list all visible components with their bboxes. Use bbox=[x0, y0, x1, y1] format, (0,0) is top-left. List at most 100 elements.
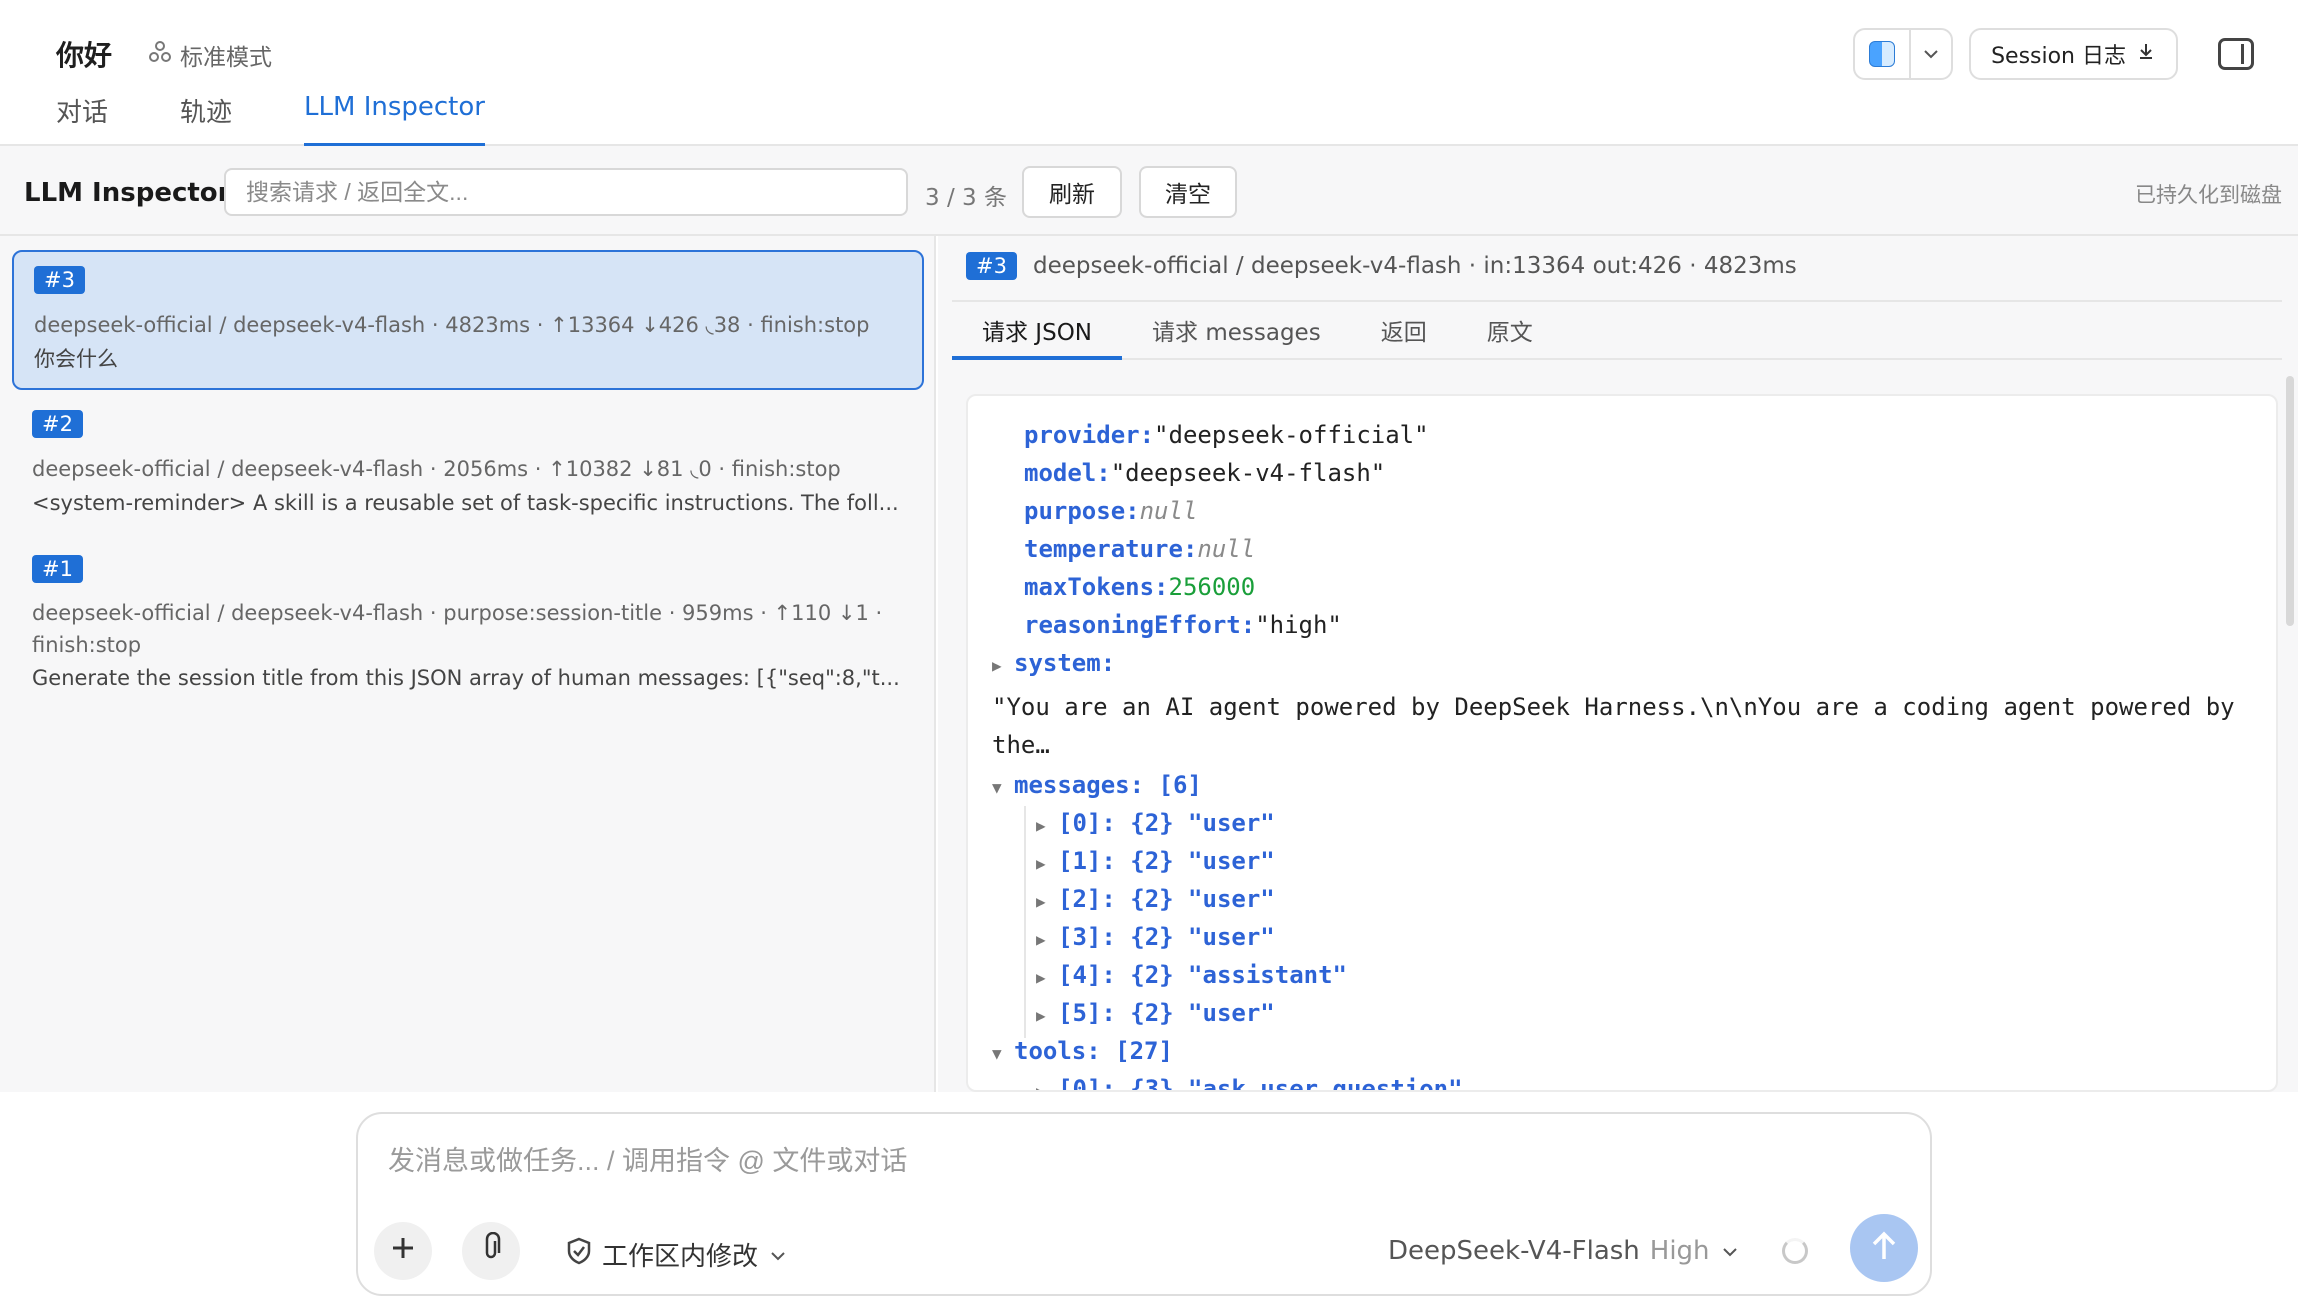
json-value: "deepseek-v4-flash" bbox=[1110, 459, 1386, 487]
clear-button[interactable]: 清空 bbox=[1139, 166, 1237, 218]
request-preview: Generate the session title from this JSO… bbox=[32, 666, 900, 690]
json-key: provider: bbox=[1024, 421, 1155, 449]
open-in-finder-button[interactable] bbox=[1855, 30, 1912, 78]
request-item[interactable]: #2 deepseek-official / deepseek-v4-flash… bbox=[12, 396, 924, 532]
mode-indicator[interactable]: 标准模式 bbox=[148, 38, 272, 72]
request-meta-line: deepseek-official / deepseek-v4-flash · … bbox=[32, 601, 883, 625]
download-icon bbox=[2136, 41, 2156, 67]
expand-triangle-icon[interactable]: ▶ bbox=[1036, 921, 1058, 959]
page-title: 你好 bbox=[56, 39, 113, 72]
model-effort: High bbox=[1649, 1236, 1710, 1266]
json-value: null bbox=[1139, 497, 1198, 525]
tab-request-messages[interactable]: 请求 messages bbox=[1122, 302, 1351, 358]
collapse-triangle-icon[interactable]: ▼ bbox=[992, 1035, 1014, 1073]
permission-mode-label: 工作区内修改 bbox=[602, 1242, 759, 1272]
message-composer: 工作区内修改 DeepSeek-V4-Flash High bbox=[356, 1112, 1932, 1296]
json-viewer: provider:"deepseek-official" model:"deep… bbox=[966, 394, 2278, 1092]
mode-label: 标准模式 bbox=[180, 45, 272, 71]
header-actions: Session 日志 bbox=[1853, 28, 2254, 80]
mode-icon bbox=[148, 40, 172, 70]
detail-summary: deepseek-official / deepseek-v4-flash · … bbox=[1032, 253, 1797, 279]
inspector-toolbar: LLM Inspector 3 / 3 条 刷新 清空 已持久化到磁盘 bbox=[0, 146, 2298, 236]
tab-response[interactable]: 返回 bbox=[1351, 302, 1457, 358]
json-key: model: bbox=[1024, 459, 1111, 487]
sidebar-toggle-icon[interactable] bbox=[2218, 38, 2254, 70]
request-item[interactable]: #3 deepseek-official / deepseek-v4-flash… bbox=[12, 250, 924, 390]
json-key: [5]: {2} "user" bbox=[1058, 999, 1275, 1027]
tab-request-json[interactable]: 请求 JSON bbox=[952, 302, 1123, 360]
json-row-collapsible[interactable]: ▶ [4]: {2} "assistant" bbox=[1036, 956, 1347, 997]
tab-trace[interactable]: 轨迹 bbox=[180, 92, 232, 146]
inspector-title: LLM Inspector bbox=[24, 178, 231, 208]
request-meta: deepseek-official / deepseek-v4-flash · … bbox=[32, 457, 841, 481]
request-badge: #1 bbox=[32, 555, 83, 583]
shield-icon bbox=[566, 1237, 592, 1272]
chevron-down-icon bbox=[1720, 1236, 1740, 1266]
tab-llm-inspector[interactable]: LLM Inspector bbox=[304, 92, 485, 146]
send-arrow-icon bbox=[1869, 1229, 1899, 1267]
request-meta: deepseek-official / deepseek-v4-flash · … bbox=[34, 313, 870, 337]
json-row: reasoningEffort:"high" bbox=[1024, 606, 1342, 644]
paperclip-icon bbox=[478, 1231, 504, 1271]
plus-icon bbox=[389, 1231, 417, 1271]
json-row-collapsible[interactable]: ▶ [1]: {2} "user" bbox=[1036, 842, 1275, 883]
chevron-down-icon bbox=[768, 1240, 788, 1270]
json-key: purpose: bbox=[1024, 497, 1140, 525]
json-key: tools: [27] bbox=[1014, 1037, 1173, 1065]
attach-button[interactable] bbox=[462, 1222, 520, 1280]
collapse-triangle-icon[interactable]: ▼ bbox=[992, 769, 1014, 807]
main-tabs: 对话 轨迹 LLM Inspector bbox=[56, 92, 485, 146]
json-key: [3]: {2} "user" bbox=[1058, 923, 1275, 951]
json-row-collapsible[interactable]: ▼ tools: [27] bbox=[992, 1032, 1173, 1073]
request-detail: #3 deepseek-official / deepseek-v4-flash… bbox=[938, 236, 2298, 1092]
request-meta: deepseek-official / deepseek-v4-flash · … bbox=[32, 597, 904, 661]
json-value: "deepseek-official" bbox=[1154, 421, 1429, 449]
json-row-collapsible[interactable]: ▶ [0]: {2} "user" bbox=[1036, 804, 1275, 845]
tree-guide-line bbox=[1024, 806, 1026, 1038]
json-key: maxTokens: bbox=[1024, 573, 1169, 601]
json-row-collapsible[interactable]: ▶ [0]: {3} "ask_user_question" bbox=[1036, 1070, 1463, 1090]
send-button[interactable] bbox=[1850, 1214, 1918, 1282]
json-row-collapsible[interactable]: ▶ [5]: {2} "user" bbox=[1036, 994, 1275, 1035]
tab-raw[interactable]: 原文 bbox=[1457, 302, 1563, 358]
request-preview: 你会什么 bbox=[34, 347, 118, 371]
chevron-down-icon[interactable] bbox=[1911, 48, 1951, 60]
refresh-button[interactable]: 刷新 bbox=[1022, 166, 1122, 218]
json-row-collapsible[interactable]: ▶ system: bbox=[992, 644, 1115, 685]
json-value: null bbox=[1197, 535, 1256, 563]
request-item[interactable]: #1 deepseek-official / deepseek-v4-flash… bbox=[12, 541, 924, 711]
json-key: reasoningEffort: bbox=[1024, 611, 1256, 639]
json-string-block: the… bbox=[992, 731, 1050, 759]
json-key: temperature: bbox=[1024, 535, 1198, 563]
json-row-collapsible[interactable]: ▶ [3]: {2} "user" bbox=[1036, 918, 1275, 959]
session-log-button[interactable]: Session 日志 bbox=[1969, 28, 2178, 80]
detail-badge: #3 bbox=[966, 252, 1017, 280]
json-row: purpose:null bbox=[1024, 492, 1197, 530]
expand-triangle-icon[interactable]: ▶ bbox=[1036, 883, 1058, 921]
expand-triangle-icon[interactable]: ▶ bbox=[1036, 959, 1058, 997]
permission-mode-selector[interactable]: 工作区内修改 bbox=[566, 1236, 788, 1273]
expand-triangle-icon[interactable]: ▶ bbox=[1036, 1073, 1058, 1090]
model-selector[interactable]: DeepSeek-V4-Flash High bbox=[1388, 1236, 1740, 1266]
message-input[interactable] bbox=[388, 1146, 1888, 1177]
expand-triangle-icon[interactable]: ▶ bbox=[1036, 807, 1058, 845]
tab-conversation[interactable]: 对话 bbox=[56, 92, 108, 146]
search-input[interactable] bbox=[224, 168, 908, 216]
add-button[interactable] bbox=[374, 1222, 432, 1280]
json-row-collapsible[interactable]: ▼ messages: [6] bbox=[992, 766, 1202, 807]
json-row: model:"deepseek-v4-flash" bbox=[1024, 454, 1385, 492]
model-name: DeepSeek-V4-Flash bbox=[1388, 1236, 1640, 1266]
json-row-collapsible[interactable]: ▶ [2]: {2} "user" bbox=[1036, 880, 1275, 921]
json-row: maxTokens:256000 bbox=[1024, 568, 1255, 606]
json-string-block: "You are an AI agent powered by DeepSeek… bbox=[992, 693, 2235, 721]
expand-triangle-icon[interactable]: ▶ bbox=[1036, 845, 1058, 883]
app-header: 你好 标准模式 对话 轨迹 LLM Inspector Session 日志 bbox=[0, 0, 2298, 146]
request-preview: <system-reminder> A skill is a reusable … bbox=[32, 491, 899, 515]
expand-triangle-icon[interactable]: ▶ bbox=[1036, 997, 1058, 1035]
request-list: #3 deepseek-official / deepseek-v4-flash… bbox=[0, 236, 936, 1092]
open-in-app-selector[interactable] bbox=[1853, 28, 1954, 80]
json-value: "high" bbox=[1255, 611, 1342, 639]
scrollbar[interactable] bbox=[2286, 376, 2294, 626]
json-key: messages: [6] bbox=[1014, 771, 1202, 799]
expand-triangle-icon[interactable]: ▶ bbox=[992, 647, 1014, 685]
